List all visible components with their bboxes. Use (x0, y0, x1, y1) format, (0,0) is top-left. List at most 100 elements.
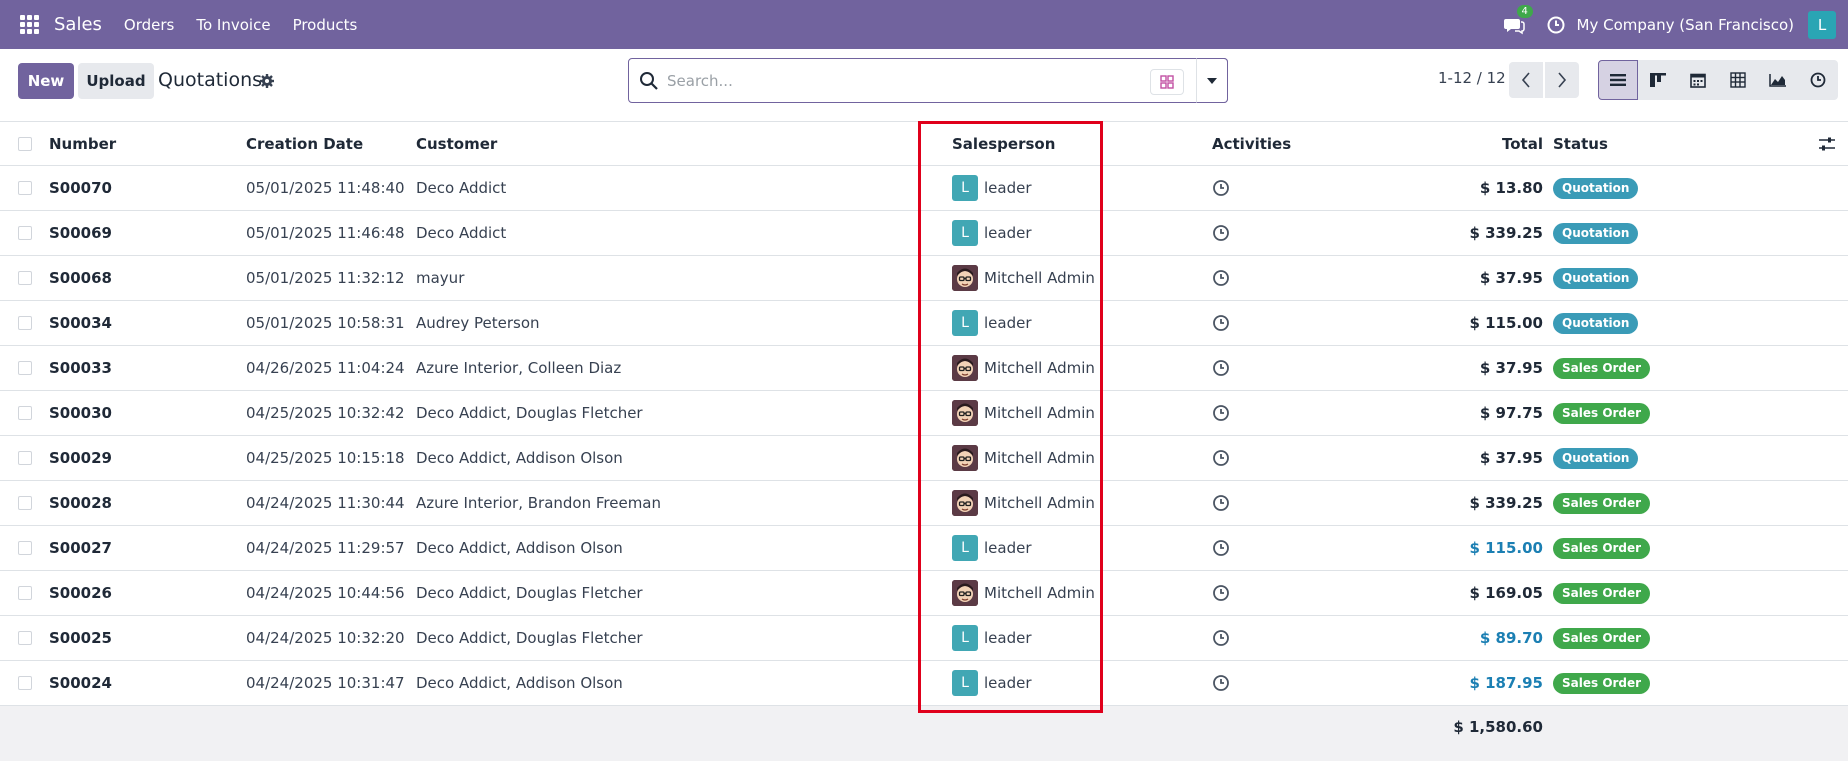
salesperson-avatar: L (952, 670, 978, 696)
row-checkbox[interactable] (18, 181, 32, 195)
list-icon (1610, 74, 1626, 86)
activity-clock-icon[interactable] (1212, 661, 1230, 705)
activity-clock-icon[interactable] (1212, 571, 1230, 615)
salesperson-avatar (952, 580, 978, 606)
table-row[interactable]: S00025 04/24/2025 10:32:20 Deco Addict, Do… (0, 616, 1848, 661)
grand-total: $ 1,580.60 (1453, 718, 1543, 736)
row-checkbox[interactable] (18, 541, 32, 555)
calendar-view-button[interactable] (1678, 60, 1718, 100)
row-checkbox[interactable] (18, 451, 32, 465)
pager-previous-button[interactable] (1509, 62, 1543, 98)
activity-clock-icon[interactable] (1212, 616, 1230, 660)
table-row[interactable]: S00029 04/25/2025 10:15:18 Deco Addict, Ad… (0, 436, 1848, 481)
salesperson-cell: Lleader (952, 661, 1032, 705)
order-total: $ 37.95 (1479, 449, 1543, 467)
salesperson-cell: Lleader (952, 211, 1032, 255)
search-options-toggle[interactable] (1196, 58, 1228, 103)
table-row[interactable]: S00034 05/01/2025 10:58:31 Audrey Peterson… (0, 301, 1848, 346)
pager-value[interactable]: 1-12 / 12 (1438, 69, 1506, 87)
header-total[interactable]: Total (1502, 122, 1543, 165)
table-row[interactable]: S00027 04/24/2025 11:29:57 Deco Addict, Ad… (0, 526, 1848, 571)
area-chart-icon (1769, 74, 1786, 87)
kanban-view-button[interactable] (1638, 60, 1678, 100)
salesperson-name: leader (984, 629, 1032, 647)
row-checkbox[interactable] (18, 406, 32, 420)
creation-date: 05/01/2025 10:58:31 (246, 314, 405, 332)
search-input[interactable] (667, 69, 1147, 93)
table-row[interactable]: S00024 04/24/2025 10:31:47 Deco Addict, Ad… (0, 661, 1848, 706)
creation-date: 04/24/2025 11:30:44 (246, 494, 405, 512)
company-switcher[interactable]: My Company (San Francisco) (1577, 16, 1794, 34)
header-salesperson[interactable]: Salesperson (952, 122, 1055, 165)
table-row[interactable]: S00030 04/25/2025 10:32:42 Deco Addict, Do… (0, 391, 1848, 436)
header-number[interactable]: Number (49, 122, 116, 165)
row-checkbox[interactable] (18, 586, 32, 600)
activity-clock-icon[interactable] (1212, 346, 1230, 390)
activity-clock-icon[interactable] (1212, 256, 1230, 300)
app-name[interactable]: Sales (54, 14, 102, 35)
select-all-checkbox[interactable] (18, 136, 32, 151)
header-status[interactable]: Status (1553, 122, 1608, 165)
list-view-button[interactable] (1598, 60, 1638, 100)
table-row[interactable]: S00026 04/24/2025 10:44:56 Deco Addict, Do… (0, 571, 1848, 616)
pager-next-button[interactable] (1545, 62, 1579, 98)
activity-view-button[interactable] (1798, 60, 1838, 100)
creation-date: 04/24/2025 10:32:20 (246, 629, 405, 647)
row-checkbox[interactable] (18, 676, 32, 690)
order-total: $ 339.25 (1469, 224, 1543, 242)
status-badge: Quotation (1553, 177, 1639, 199)
status-cell: Sales Order (1553, 571, 1651, 615)
user-avatar[interactable]: L (1808, 10, 1836, 39)
apps-menu-icon[interactable] (18, 14, 40, 36)
row-checkbox[interactable] (18, 271, 32, 285)
activity-clock-icon[interactable] (1547, 16, 1565, 34)
gear-icon[interactable] (259, 73, 275, 89)
row-checkbox[interactable] (18, 316, 32, 330)
menu-to-invoice[interactable]: To Invoice (196, 16, 270, 34)
menu-products[interactable]: Products (293, 16, 358, 34)
discuss-icon[interactable]: 4 (1503, 4, 1533, 36)
header-customer[interactable]: Customer (416, 122, 497, 165)
row-checkbox[interactable] (18, 631, 32, 645)
status-cell: Quotation (1553, 436, 1639, 480)
salesperson-avatar (952, 400, 978, 426)
graph-view-button[interactable] (1758, 60, 1798, 100)
activity-clock-icon[interactable] (1212, 526, 1230, 570)
row-checkbox[interactable] (18, 361, 32, 375)
order-number: S00030 (49, 404, 112, 422)
filter-facet-icon[interactable] (1150, 69, 1184, 95)
row-checkbox[interactable] (18, 496, 32, 510)
order-number: S00029 (49, 449, 112, 467)
table-row[interactable]: S00070 05/01/2025 11:48:40 Deco Addict Llea… (0, 166, 1848, 211)
activity-clock-icon[interactable] (1212, 211, 1230, 255)
upload-button[interactable]: Upload (78, 63, 154, 99)
salesperson-name: leader (984, 179, 1032, 197)
table-row[interactable]: S00068 05/01/2025 11:32:12 mayur Mitchell A… (0, 256, 1848, 301)
table-row[interactable]: S00033 04/26/2025 11:04:24 Azure Interior,… (0, 346, 1848, 391)
activity-clock-icon[interactable] (1212, 301, 1230, 345)
clock-icon (1810, 72, 1826, 88)
activity-clock-icon[interactable] (1212, 481, 1230, 525)
header-creation-date[interactable]: Creation Date (246, 122, 363, 165)
salesperson-cell: Lleader (952, 301, 1032, 345)
new-button[interactable]: New (18, 63, 74, 99)
pivot-view-button[interactable] (1718, 60, 1758, 100)
table-row[interactable]: S00069 05/01/2025 11:46:48 Deco Addict Llea… (0, 211, 1848, 256)
activity-clock-icon[interactable] (1212, 436, 1230, 480)
optional-columns-icon[interactable] (1818, 136, 1836, 152)
activity-clock-icon[interactable] (1212, 166, 1230, 210)
creation-date: 05/01/2025 11:46:48 (246, 224, 405, 242)
table-row[interactable]: S00028 04/24/2025 11:30:44 Azure Interior,… (0, 481, 1848, 526)
status-badge: Quotation (1553, 312, 1639, 334)
salesperson-cell: Lleader (952, 526, 1032, 570)
header-activities[interactable]: Activities (1212, 122, 1291, 165)
salesperson-name: leader (984, 314, 1032, 332)
row-checkbox[interactable] (18, 226, 32, 240)
salesperson-cell: Mitchell Admin (952, 481, 1095, 525)
page-title: Quotations (158, 69, 263, 91)
order-number: S00068 (49, 269, 112, 287)
creation-date: 05/01/2025 11:32:12 (246, 269, 405, 287)
order-number: S00070 (49, 179, 112, 197)
activity-clock-icon[interactable] (1212, 391, 1230, 435)
menu-orders[interactable]: Orders (124, 16, 174, 34)
